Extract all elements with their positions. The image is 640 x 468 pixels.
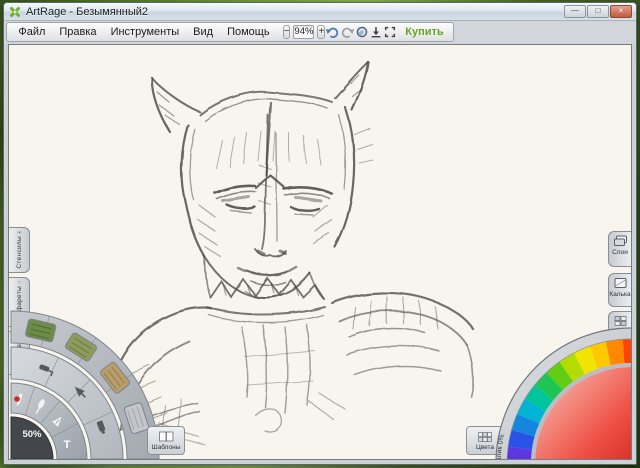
maximize-button[interactable]: □ — [587, 5, 609, 18]
download-button[interactable] — [369, 24, 383, 41]
canvas[interactable]: Стенсилы Трафареты Свойства — [8, 44, 632, 460]
menu-bar: Файл Правка Инструменты Вид Помощь − 94%… — [6, 22, 454, 42]
tool-rings[interactable]: T 50% — [10, 310, 160, 459]
tab-label: Слои — [612, 249, 628, 256]
close-button[interactable]: × — [610, 5, 632, 18]
minimize-button[interactable]: — — [564, 5, 586, 18]
titlebar: ArtRage - Безымянный2 — □ × — [4, 3, 636, 21]
tab-label: Калька — [609, 291, 631, 298]
tool-indicator-dot — [14, 396, 20, 402]
menu-item-tools[interactable]: Инструменты — [104, 25, 187, 39]
redo-icon — [342, 27, 355, 38]
sidebar-tab-stencils[interactable]: Стенсилы — [9, 227, 30, 273]
app-icon — [10, 6, 20, 17]
stencil-icon — [17, 231, 21, 235]
ruler-icon — [17, 281, 21, 284]
view-circle-icon — [356, 26, 368, 38]
zoom-out-button[interactable]: − — [282, 25, 291, 39]
window-controls: — □ × — [564, 5, 632, 18]
color-picker-pod[interactable]: Металлик 0% — [458, 321, 632, 460]
window-title: ArtRage - Безымянный2 — [26, 5, 149, 18]
artrage-window: ArtRage - Безымянный2 — □ × Файл Правка … — [3, 2, 637, 465]
sidebar-tab-layers[interactable]: Слои — [608, 231, 631, 267]
fullscreen-icon — [385, 26, 396, 38]
presets-pages-icon — [159, 431, 174, 441]
menu-item-view[interactable]: Вид — [186, 25, 220, 39]
undo-button[interactable] — [325, 24, 340, 41]
text-tool-icon[interactable]: T — [64, 439, 71, 451]
menu-item-edit[interactable]: Правка — [52, 25, 103, 39]
zoom-in-button[interactable]: + — [317, 25, 326, 39]
desktop-wallpaper: ArtRage - Безымянный2 — □ × Файл Правка … — [0, 0, 640, 468]
tab-label: Стенсилы — [15, 236, 23, 269]
menu-strip: Файл Правка Инструменты Вид Помощь − 94%… — [4, 21, 636, 44]
tool-size-readout[interactable]: 50% — [22, 429, 42, 440]
undo-icon — [326, 27, 339, 38]
fullscreen-button[interactable] — [383, 24, 397, 41]
menu-item-help[interactable]: Помощь — [220, 25, 277, 39]
layers-icon — [613, 235, 627, 246]
sidebar-tab-tracing[interactable]: Калька — [608, 273, 631, 307]
download-icon — [371, 27, 381, 38]
tracing-paper-icon — [614, 278, 626, 288]
buy-link[interactable]: Купить — [397, 26, 448, 38]
menu-item-file[interactable]: Файл — [11, 25, 52, 39]
zoom-value-field[interactable]: 94% — [293, 25, 315, 39]
presets-button-label: Шаблоны — [151, 443, 181, 451]
redo-button[interactable] — [340, 24, 355, 41]
presets-button[interactable]: Шаблоны — [147, 426, 185, 455]
view-reset-button[interactable] — [355, 24, 369, 41]
